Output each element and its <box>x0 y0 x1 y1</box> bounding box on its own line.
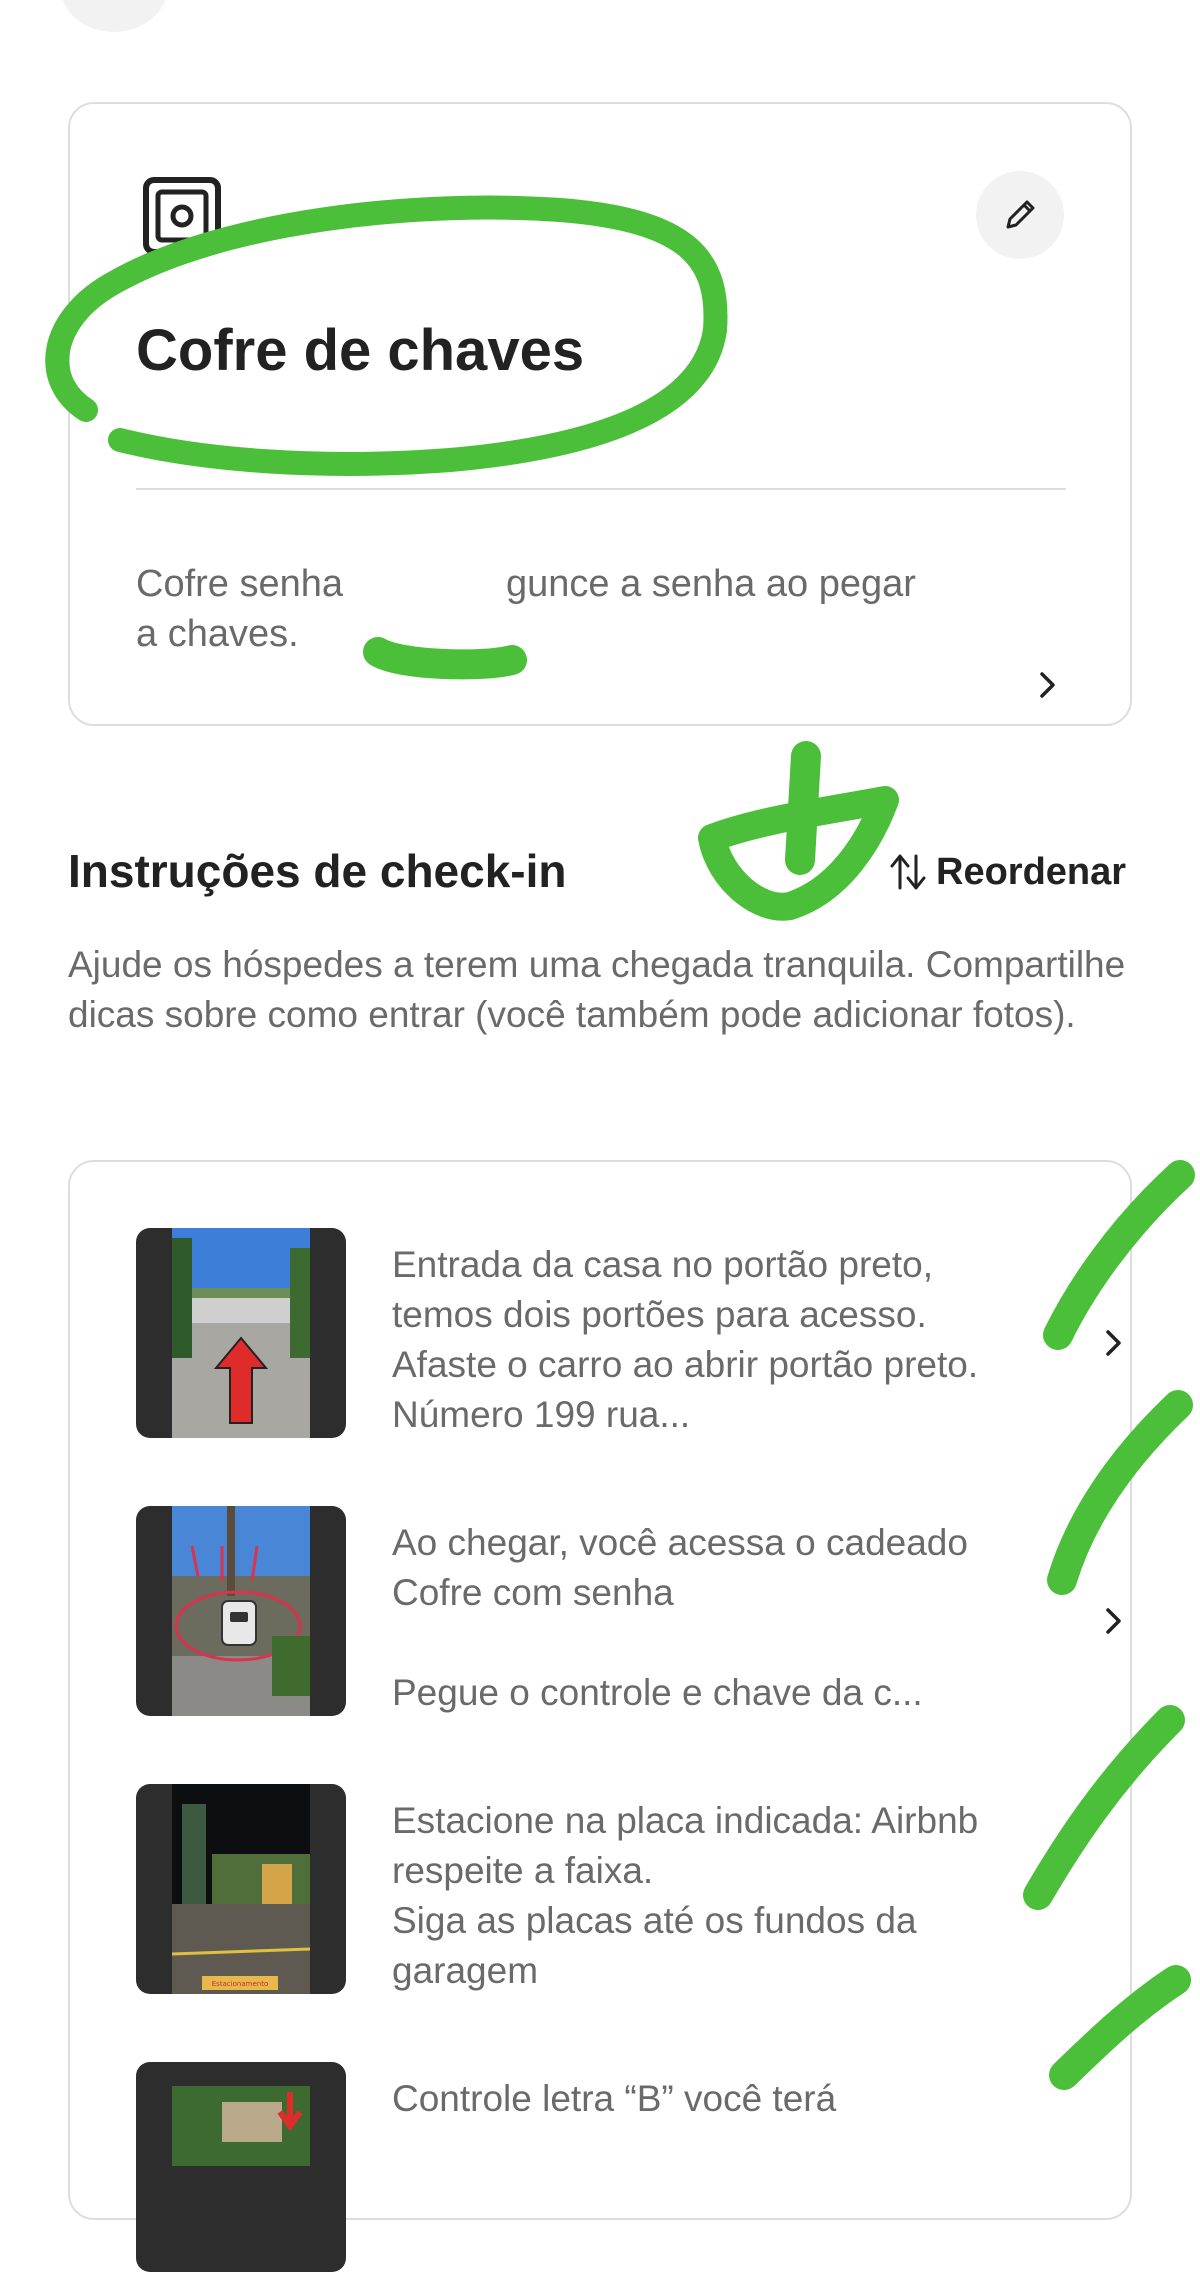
checkin-step[interactable]: Controle letra “B” você terá <box>136 2062 1126 2272</box>
lockbox-card[interactable]: Cofre de chaves Cofre senha a chaves. gu… <box>68 102 1132 726</box>
chevron-right-icon[interactable] <box>1032 670 1062 700</box>
checkin-section-title: Instruções de check-in <box>68 845 567 897</box>
lockbox-title: Cofre de chaves <box>136 318 585 383</box>
chevron-right-icon[interactable] <box>1098 1606 1128 1636</box>
lockbox-description-continued: gunce a senha ao pegar <box>506 563 916 605</box>
reorder-button[interactable]: Reordenar <box>888 848 1126 896</box>
step-text: Entrada da casa no portão preto, temos d… <box>392 1244 979 1435</box>
pencil-icon <box>1006 200 1035 229</box>
chevron-right-icon[interactable] <box>1098 1328 1128 1358</box>
step-photo <box>136 2062 346 2272</box>
checkin-steps-card: Entrada da casa no portão preto, temos d… <box>68 1160 1132 2272</box>
safe-icon <box>143 177 221 255</box>
edit-button[interactable] <box>976 171 1064 259</box>
reorder-label: Reordenar <box>936 851 1127 893</box>
step-text: Ao chegar, você acessa o cadeado Cofre c… <box>392 1522 968 1713</box>
step-text: Controle letra “B” você terá <box>392 2078 837 2119</box>
back-button[interactable] <box>60 0 168 32</box>
step-photo: Estacionamento <box>136 1784 346 1994</box>
checkin-step[interactable]: Entrada da casa no portão preto, temos d… <box>136 1228 1126 1438</box>
step-photo <box>136 1228 346 1438</box>
checkin-section-description: Ajude os hóspedes a terem uma chegada tr… <box>68 944 1126 1035</box>
divider <box>136 488 1066 490</box>
checkin-step[interactable]: Ao chegar, você acessa o cadeado Cofre c… <box>136 1506 1126 1716</box>
step-photo-label: Estacionamento <box>212 1980 269 1988</box>
checkin-step[interactable]: Estacionamento Estacione na placa indica… <box>136 1784 1126 1994</box>
step-photo <box>136 1506 346 1716</box>
reorder-icon <box>890 854 926 890</box>
step-text: Estacione na placa indicada: Airbnb resp… <box>392 1800 979 1991</box>
